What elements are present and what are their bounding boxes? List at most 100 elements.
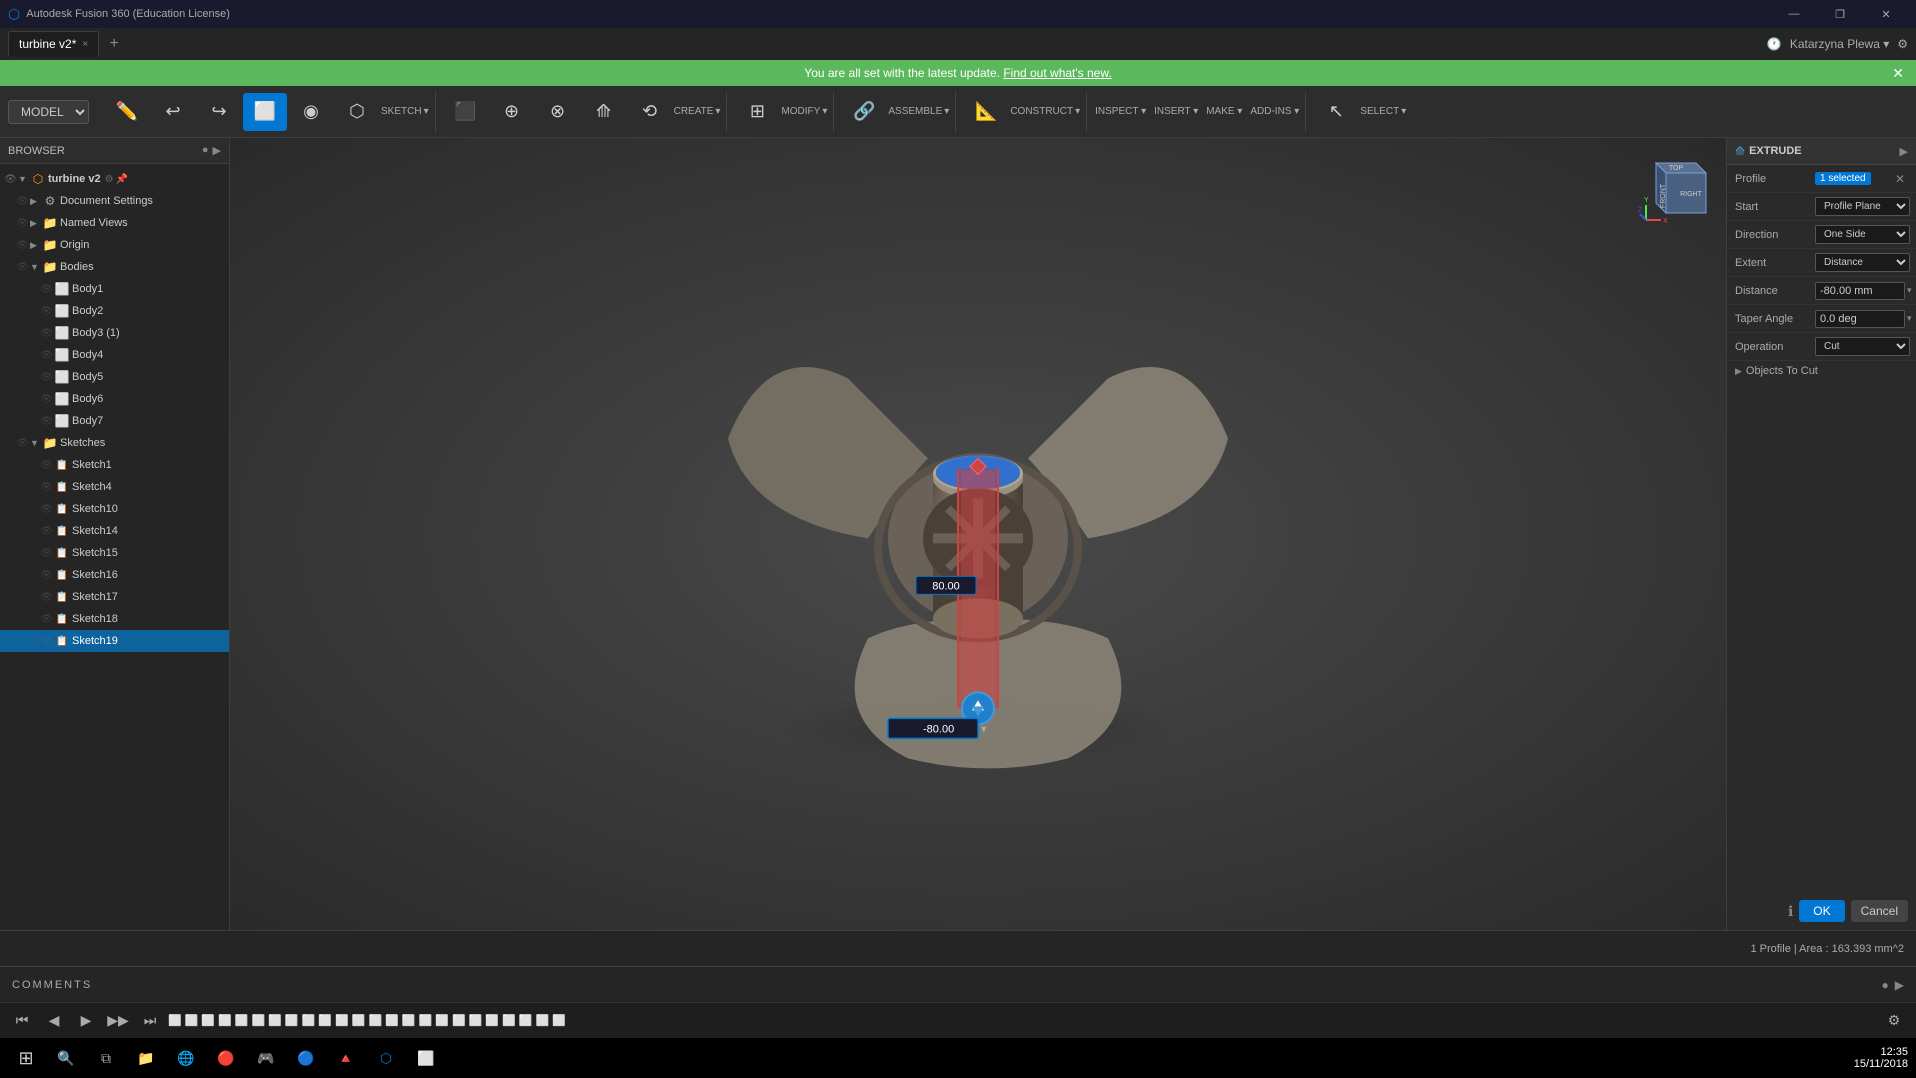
timeline-step[interactable]: ⬜ <box>419 1014 433 1027</box>
extrude-expand-icon[interactable]: ▶ <box>1900 145 1908 158</box>
timeline-step-active[interactable]: ⬜ <box>552 1014 566 1027</box>
timeline-step[interactable]: ⬜ <box>352 1014 366 1027</box>
timeline-start-button[interactable]: ⏮ <box>8 1007 36 1035</box>
timeline-step[interactable]: ⬜ <box>519 1014 533 1027</box>
timeline-prev-button[interactable]: ◀ <box>40 1007 68 1035</box>
timeline-step[interactable]: ⬜ <box>235 1014 249 1027</box>
tree-item-sketches[interactable]: 👁 ▼ 📁 Sketches <box>0 432 229 454</box>
tree-item-bodies[interactable]: 👁 ▼ 📁 Bodies <box>0 256 229 278</box>
tree-item-body6[interactable]: 👁 ⬜ Body6 <box>0 388 229 410</box>
select-btn[interactable]: ↖ <box>1314 93 1358 131</box>
operation-select[interactable]: Cut <box>1815 337 1910 356</box>
model-mode-dropdown[interactable]: MODEL <box>8 100 89 124</box>
timeline-next-button[interactable]: ▶▶ <box>104 1007 132 1035</box>
task-view-button[interactable]: ⧉ <box>88 1040 124 1076</box>
profile-clear-button[interactable]: ✕ <box>1892 172 1908 186</box>
app1-button[interactable]: 🎮 <box>248 1040 284 1076</box>
tree-item-body5[interactable]: 👁 ⬜ Body5 <box>0 366 229 388</box>
undo-button[interactable]: ↩ <box>151 93 195 131</box>
edge-button[interactable]: 🌐 <box>168 1040 204 1076</box>
timeline-step[interactable]: ⬜ <box>168 1014 182 1027</box>
sketch-button[interactable]: ✏️ <box>105 93 149 131</box>
tree-item-sketch15[interactable]: 👁 📋 Sketch15 <box>0 542 229 564</box>
timeline-step[interactable]: ⬜ <box>285 1014 299 1027</box>
tree-item-root[interactable]: 👁 ▼ ⬡ turbine v2 ⚙ 📌 <box>0 168 229 190</box>
timeline-step[interactable]: ⬜ <box>218 1014 232 1027</box>
tree-item-body7[interactable]: 👁 ⬜ Body7 <box>0 410 229 432</box>
tab-close-icon[interactable]: × <box>82 39 88 50</box>
tree-item-named-views[interactable]: 👁 ▶ 📁 Named Views <box>0 212 229 234</box>
cancel-button[interactable]: Cancel <box>1851 900 1908 922</box>
fusion-button[interactable]: ⬡ <box>368 1040 404 1076</box>
start-select[interactable]: Profile Plane <box>1815 197 1910 216</box>
timeline-step[interactable]: ⬜ <box>368 1014 382 1027</box>
tree-item-origin[interactable]: 👁 ▶ 📁 Origin <box>0 234 229 256</box>
tree-item-body4[interactable]: 👁 ⬜ Body4 <box>0 344 229 366</box>
new-tab-button[interactable]: + <box>103 33 125 55</box>
sketch-tool2-button[interactable]: ◉ <box>289 93 333 131</box>
ok-button[interactable]: OK <box>1799 900 1844 922</box>
tree-item-body3[interactable]: 👁 ⬜ Body3 (1) <box>0 322 229 344</box>
tree-item-body2[interactable]: 👁 ⬜ Body2 <box>0 300 229 322</box>
inspect-label[interactable]: INSPECT ▾ <box>1095 106 1146 117</box>
timeline-step[interactable]: ⬜ <box>469 1014 483 1027</box>
timeline-settings-icon[interactable]: ⚙ <box>1880 1007 1908 1035</box>
search-taskbar-button[interactable]: 🔍 <box>48 1040 84 1076</box>
start-button[interactable]: ⊞ <box>8 1040 44 1076</box>
tree-item-sketch4[interactable]: 👁 📋 Sketch4 <box>0 476 229 498</box>
create-btn4[interactable]: ⟰ <box>582 93 626 131</box>
objects-to-cut-row[interactable]: ▶ Objects To Cut <box>1727 361 1916 381</box>
timeline-step[interactable]: ⬜ <box>335 1014 349 1027</box>
minimize-button[interactable]: — <box>1772 0 1816 28</box>
create-btn2[interactable]: ⊕ <box>490 93 534 131</box>
tree-item-sketch1[interactable]: 👁 📋 Sketch1 <box>0 454 229 476</box>
timeline-step[interactable]: ⬜ <box>485 1014 499 1027</box>
redo-button[interactable]: ↪ <box>197 93 241 131</box>
extent-select[interactable]: Distance <box>1815 253 1910 272</box>
app2-button[interactable]: 🔵 <box>288 1040 324 1076</box>
timeline-step[interactable]: ⬜ <box>185 1014 199 1027</box>
timeline-step[interactable]: ⬜ <box>402 1014 416 1027</box>
timeline-step[interactable]: ⬜ <box>201 1014 215 1027</box>
active-tab[interactable]: turbine v2* × <box>8 31 99 57</box>
tree-item-body1[interactable]: 👁 ⬜ Body1 <box>0 278 229 300</box>
comments-expand-icon[interactable]: ▶ <box>1895 978 1904 992</box>
modify-btn1[interactable]: ⊞ <box>735 93 779 131</box>
construct-btn1[interactable]: 📐 <box>964 93 1008 131</box>
app4-button[interactable]: ⬜ <box>408 1040 444 1076</box>
tree-item-sketch19[interactable]: 👁 📋 Sketch19 <box>0 630 229 652</box>
timeline-end-button[interactable]: ⏭ <box>136 1007 164 1035</box>
tree-item-sketch10[interactable]: 👁 📋 Sketch10 <box>0 498 229 520</box>
file-explorer-button[interactable]: 📁 <box>128 1040 164 1076</box>
app3-button[interactable]: 🔺 <box>328 1040 364 1076</box>
close-button[interactable]: ✕ <box>1864 0 1908 28</box>
active-tool-button[interactable]: ⬜ <box>243 93 287 131</box>
timeline-step[interactable]: ⬜ <box>502 1014 516 1027</box>
sketch-tool3-button[interactable]: ⬡ <box>335 93 379 131</box>
timeline-step[interactable]: ⬜ <box>452 1014 466 1027</box>
distance-input[interactable] <box>1815 282 1905 300</box>
insert-label[interactable]: INSERT ▾ <box>1154 106 1198 117</box>
taper-input[interactable] <box>1815 310 1905 328</box>
tree-item-sketch14[interactable]: 👁 📋 Sketch14 <box>0 520 229 542</box>
notification-close[interactable]: ✕ <box>1892 65 1904 82</box>
tree-item-sketch17[interactable]: 👁 📋 Sketch17 <box>0 586 229 608</box>
tree-item-doc-settings[interactable]: 👁 ▶ ⚙ Document Settings <box>0 190 229 212</box>
addins-label[interactable]: ADD-INS ▾ <box>1250 106 1299 117</box>
timeline-step[interactable]: ⬜ <box>302 1014 316 1027</box>
notification-link[interactable]: Find out what's new. <box>1003 66 1111 80</box>
timeline-step[interactable]: ⬜ <box>252 1014 266 1027</box>
comments-toggle-icon[interactable]: ● <box>1882 978 1889 992</box>
create-btn3[interactable]: ⊗ <box>536 93 580 131</box>
create-btn5[interactable]: ⟲ <box>628 93 672 131</box>
settings-icon[interactable]: ⚙ <box>1897 37 1908 51</box>
gear-icon[interactable]: ⚙ <box>105 174 114 185</box>
assemble-btn1[interactable]: 🔗 <box>842 93 886 131</box>
timeline-step[interactable]: ⬜ <box>268 1014 282 1027</box>
chrome-button[interactable]: 🔴 <box>208 1040 244 1076</box>
tree-item-sketch18[interactable]: 👁 📋 Sketch18 <box>0 608 229 630</box>
direction-select[interactable]: One Side <box>1815 225 1910 244</box>
view-cube[interactable]: TOP RIGHT FRONT X Y Z <box>1636 148 1716 228</box>
timeline-step[interactable]: ⬜ <box>385 1014 399 1027</box>
create-btn1[interactable]: ⬛ <box>444 93 488 131</box>
